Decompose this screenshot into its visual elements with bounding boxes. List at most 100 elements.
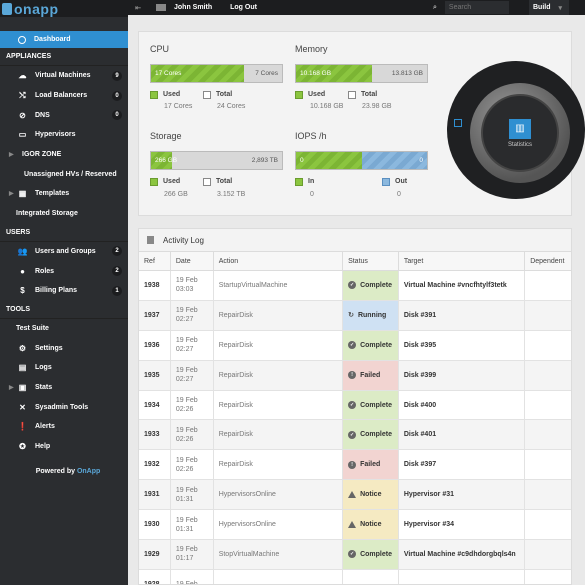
status-text: Complete (360, 341, 392, 349)
dial-side-icon[interactable] (454, 119, 462, 127)
cell-dependent (525, 301, 571, 330)
cell-target[interactable]: Hypervisor #31 (399, 480, 526, 510)
column-header-date[interactable]: Date (171, 252, 214, 270)
cell-date-time: 02:27 (175, 346, 194, 354)
search-input[interactable]: Search (444, 1, 509, 14)
build-dropdown[interactable]: Build ▾ (529, 0, 569, 15)
column-header-status[interactable]: Status (343, 252, 399, 270)
cell-target[interactable]: Disk #397 (399, 450, 526, 480)
table-row[interactable]: 1928 19 Feb (139, 569, 571, 585)
logout-link[interactable]: Log Out (230, 4, 257, 11)
status-badge: ✓ Complete (343, 271, 399, 300)
table-row[interactable]: 1938 19 Feb 03:03 StartupVirtualMachine ✓ Com… (139, 271, 571, 301)
cell-date-day: 19 Feb (175, 580, 198, 585)
cell-date-time: 02:27 (175, 376, 194, 384)
status-text: Complete (360, 550, 392, 558)
table-row[interactable]: 1937 19 Feb 02:27 RepairDisk ↻ Running Disk #3… (139, 300, 571, 331)
sidebar-item-stats[interactable]: ▶ ▣ Stats (0, 378, 128, 398)
sidebar-item-alerts[interactable]: ❗ Alerts (0, 417, 128, 437)
sidebar-item-label: Roles (35, 267, 55, 275)
table-row[interactable]: 1931 19 Feb 01:31 HypervisorsOnline Notice Hy… (139, 480, 571, 511)
sidebar-item-igor-zone[interactable]: ▶ IGOR ZONE (0, 145, 128, 165)
sidebar-item-hypervisors[interactable]: ▭ Hypervisors (0, 125, 128, 145)
sidebar-item-load-balancers[interactable]: ⤭ Load Balancers 0 (0, 86, 128, 106)
sidebar-item-templates[interactable]: ▶ ▦ Templates (0, 184, 128, 204)
cell-target[interactable]: Disk #401 (399, 420, 526, 450)
table-row[interactable]: 1936 19 Feb 02:27 RepairDisk ✓ Complete Disk #… (139, 330, 571, 361)
status-badge: ✓ Complete (343, 420, 399, 450)
compass-icon: ⊘ (19, 110, 26, 120)
status-badge: ✓ Complete (343, 540, 399, 569)
sidebar-item-unassigned[interactable]: Unassigned HVs / Reserved (0, 164, 128, 184)
table-row[interactable]: 1934 19 Feb 02:26 RepairDisk ✓ Complete Disk #… (139, 390, 571, 421)
column-header-action[interactable]: Action (214, 252, 344, 270)
user-name: John Smith (174, 4, 213, 11)
sidebar-item-billing-plans[interactable]: $ Billing Plans 1 (0, 281, 128, 301)
cell-dependent (525, 271, 571, 300)
cell-ref: 1937 (139, 300, 171, 330)
sidebar-item-help[interactable]: ✪ Help (0, 437, 128, 457)
sidebar-item-label: Virtual Machines (35, 72, 91, 80)
memory-bar: 10.168 GB 13.813 GB (295, 64, 428, 83)
statistics-dial[interactable]: ▥ Statistics (447, 61, 585, 199)
cell-target[interactable]: Disk #399 (399, 360, 526, 390)
sidebar-item-logs[interactable]: ▤ Logs (0, 358, 128, 378)
cell-dependent (525, 450, 571, 479)
table-header: Ref Date Action Status Target Dependent (139, 252, 571, 271)
cpu-used-value: 17 Cores (164, 103, 193, 110)
cell-target[interactable]: Virtual Machine #c9dhdorgbqls4n (399, 540, 526, 569)
sidebar-item-integrated-storage[interactable]: Integrated Storage (0, 204, 128, 224)
column-header-target[interactable]: Target (399, 252, 526, 270)
menu-toggle-icon[interactable]: ⇤ (128, 4, 148, 12)
count-badge: 9 (112, 70, 122, 81)
sidebar-item-roles[interactable]: ● Roles 2 (0, 261, 128, 281)
sidebar-item-label: Settings (35, 344, 63, 352)
cell-target[interactable]: Disk #400 (399, 390, 526, 420)
cell-target[interactable]: Disk #391 (399, 300, 526, 330)
sidebar-item-dns[interactable]: ⊘ DNS 0 (0, 105, 128, 125)
count-badge: 0 (112, 110, 122, 121)
cell-target[interactable]: Virtual Machine #vncfhtylf3tetk (399, 271, 526, 300)
sidebar-item-label: Help (35, 443, 51, 451)
sidebar-item-users-groups[interactable]: 👥 Users and Groups 2 (0, 242, 128, 262)
sidebar-item-sysadmin-tools[interactable]: ✕ Sysadmin Tools (0, 397, 128, 417)
dial-center[interactable]: ▥ Statistics (481, 94, 559, 172)
column-header-ref[interactable]: Ref (139, 252, 171, 270)
memory-used-value: 10.168 GB (310, 103, 344, 110)
cell-date: 19 Feb 01:31 (171, 510, 214, 540)
check-circle-icon: ✓ (348, 430, 357, 439)
onapp-logo[interactable]: onapp (0, 0, 128, 17)
cell-target[interactable] (399, 569, 526, 584)
column-header-dependent[interactable]: Dependent (525, 252, 571, 270)
sidebar-item-dashboard[interactable]: Dashboard (0, 31, 128, 48)
table-row[interactable]: 1929 19 Feb 01:17 StopVirtualMachine ✓ Comple… (139, 540, 571, 570)
sidebar-item-virtual-machines[interactable]: ☁ Virtual Machines 9 (0, 66, 128, 86)
cell-date: 19 Feb 03:03 (171, 271, 214, 300)
iops-title: IOPS /h (295, 131, 327, 141)
cell-target[interactable]: Hypervisor #34 (399, 510, 526, 540)
user-menu[interactable]: John Smith (156, 4, 212, 11)
sidebar-item-label: Dashboard (34, 36, 71, 43)
status-text: Complete (360, 401, 392, 409)
sidebar-item-settings[interactable]: ⚙ Settings (0, 338, 128, 358)
iops-in-legend: In (295, 178, 314, 186)
out-swatch (382, 178, 390, 186)
legend-label: Total (361, 91, 378, 98)
search-icon[interactable]: ⌕ (433, 4, 437, 12)
sidebar-item-test-suite[interactable]: Test Suite (0, 319, 128, 339)
legend-label: Total (216, 91, 233, 98)
cell-date-day: 19 Feb (175, 277, 198, 285)
table-row[interactable]: 1933 19 Feb 02:26 RepairDisk ✓ Complete Disk #… (139, 420, 571, 451)
table-row[interactable]: 1935 19 Feb 02:27 RepairDisk! Failed Disk #39… (139, 360, 571, 391)
help-icon: ✪ (19, 442, 26, 452)
cell-target[interactable]: Disk #395 (399, 330, 526, 360)
table-row[interactable]: 1930 19 Feb 01:31 HypervisorsOnline Notice Hy… (139, 510, 571, 541)
iops-out-fill (361, 152, 427, 169)
sidebar-item-label: DNS (35, 111, 50, 119)
sidebar-item-label: Stats (35, 383, 53, 391)
table-row[interactable]: 1932 19 Feb 02:26 RepairDisk! Failed Disk #39… (139, 450, 571, 481)
alert-icon: ❗ (17, 422, 28, 432)
activity-log-title: Activity Log (163, 235, 204, 245)
cell-action: StartupVirtualMachine (214, 271, 344, 300)
powered-by-link[interactable]: OnApp (77, 468, 100, 475)
